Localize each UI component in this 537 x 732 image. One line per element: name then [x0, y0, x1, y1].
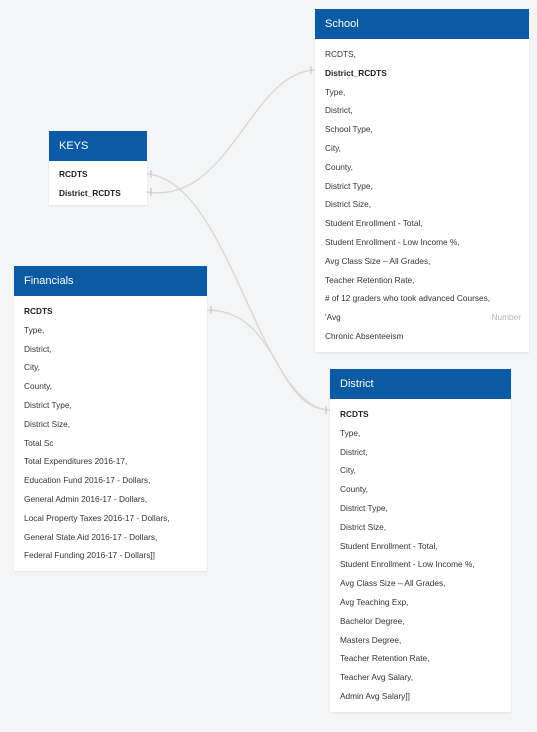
field-district-type[interactable]: District Type, — [315, 177, 529, 196]
field-avg-teaching-exp[interactable]: Avg Teaching Exp, — [330, 593, 511, 612]
field-student-enrollment-low-income[interactable]: Student Enrollment - Low Income %, — [330, 555, 511, 574]
field-district-type[interactable]: District Type, — [330, 499, 511, 518]
field-total-expenditures[interactable]: Total Expenditures 2016-17, — [14, 452, 207, 471]
field-masters-degree[interactable]: Masters Degree, — [330, 631, 511, 650]
field-teacher-avg-salary[interactable]: Teacher Avg Salary, — [330, 668, 511, 687]
field-type-annotation: Number — [491, 312, 521, 323]
field-type[interactable]: Type, — [330, 424, 511, 443]
field-education-fund[interactable]: Education Fund 2016-17 - Dollars, — [14, 471, 207, 490]
table-header-district: District — [330, 369, 511, 399]
table-body-school: RCDTS, District_RCDTS Type, District, Sc… — [315, 39, 529, 352]
field-rcdts[interactable]: RCDTS — [14, 302, 207, 321]
field-student-enrollment-total[interactable]: Student Enrollment - Total, — [315, 214, 529, 233]
field-avg-label: 'Avg — [325, 312, 341, 323]
field-general-admin[interactable]: General Admin 2016-17 - Dollars, — [14, 490, 207, 509]
connector-financials-rcdts-to-district — [206, 309, 331, 411]
field-rcdts[interactable]: RCDTS — [49, 165, 147, 184]
field-district-type[interactable]: District Type, — [14, 396, 207, 415]
field-general-state-aid[interactable]: General State Aid 2016-17 - Dollars, — [14, 528, 207, 547]
table-body-district: RCDTS Type, District, City, County, Dist… — [330, 399, 511, 712]
field-avg[interactable]: 'Avg Number — [315, 308, 529, 327]
field-admin-avg-salary[interactable]: Admin Avg Salary]] — [330, 687, 511, 706]
field-district[interactable]: District, — [315, 101, 529, 120]
field-district-rcdts[interactable]: District_RCDTS — [49, 184, 147, 203]
field-student-enrollment-low-income[interactable]: Student Enrollment - Low Income %, — [315, 233, 529, 252]
table-keys[interactable]: KEYS RCDTS District_RCDTS — [49, 131, 147, 205]
field-county[interactable]: County, — [14, 377, 207, 396]
field-bachelor-degree[interactable]: Bachelor Degree, — [330, 612, 511, 631]
field-district-rcdts[interactable]: District_RCDTS — [315, 64, 529, 83]
field-rcdts[interactable]: RCDTS, — [315, 45, 529, 64]
field-student-enrollment-total[interactable]: Student Enrollment - Total, — [330, 537, 511, 556]
field-advanced-courses[interactable]: # of 12 graders who took advanced Course… — [315, 289, 529, 308]
field-district-size[interactable]: District Size, — [14, 415, 207, 434]
field-rcdts[interactable]: RCDTS — [330, 405, 511, 424]
field-type[interactable]: Type, — [14, 321, 207, 340]
field-city[interactable]: City, — [14, 358, 207, 377]
table-school[interactable]: School RCDTS, District_RCDTS Type, Distr… — [315, 9, 529, 352]
field-avg-class-size[interactable]: Avg Class Size – All Grades, — [330, 574, 511, 593]
table-body-keys: RCDTS District_RCDTS — [49, 161, 147, 205]
field-federal-funding[interactable]: Federal Funding 2016-17 - Dollars]] — [14, 546, 207, 565]
field-district-size[interactable]: District Size, — [330, 518, 511, 537]
field-district[interactable]: District, — [14, 340, 207, 359]
field-school-type[interactable]: School Type, — [315, 120, 529, 139]
field-teacher-retention-rate[interactable]: Teacher Retention Rate, — [330, 649, 511, 668]
field-avg-class-size[interactable]: Avg Class Size – All Grades, — [315, 252, 529, 271]
connector-keys-district-rcdts-to-school — [146, 69, 316, 194]
field-chronic-absenteeism[interactable]: Chronic Absenteeism — [315, 327, 529, 346]
field-total-sc[interactable]: Total Sc — [14, 434, 207, 453]
field-county[interactable]: County, — [315, 158, 529, 177]
table-body-financials: RCDTS Type, District, City, County, Dist… — [14, 296, 207, 571]
field-county[interactable]: County, — [330, 480, 511, 499]
field-type[interactable]: Type, — [315, 83, 529, 102]
field-city[interactable]: City, — [330, 461, 511, 480]
table-district[interactable]: District RCDTS Type, District, City, Cou… — [330, 369, 511, 712]
table-header-school: School — [315, 9, 529, 39]
field-district[interactable]: District, — [330, 443, 511, 462]
field-teacher-retention-rate[interactable]: Teacher Retention Rate, — [315, 271, 529, 290]
table-header-keys: KEYS — [49, 131, 147, 161]
table-header-financials: Financials — [14, 266, 207, 296]
table-financials[interactable]: Financials RCDTS Type, District, City, C… — [14, 266, 207, 572]
field-district-size[interactable]: District Size, — [315, 195, 529, 214]
field-local-property-taxes[interactable]: Local Property Taxes 2016-17 - Dollars, — [14, 509, 207, 528]
field-city[interactable]: City, — [315, 139, 529, 158]
